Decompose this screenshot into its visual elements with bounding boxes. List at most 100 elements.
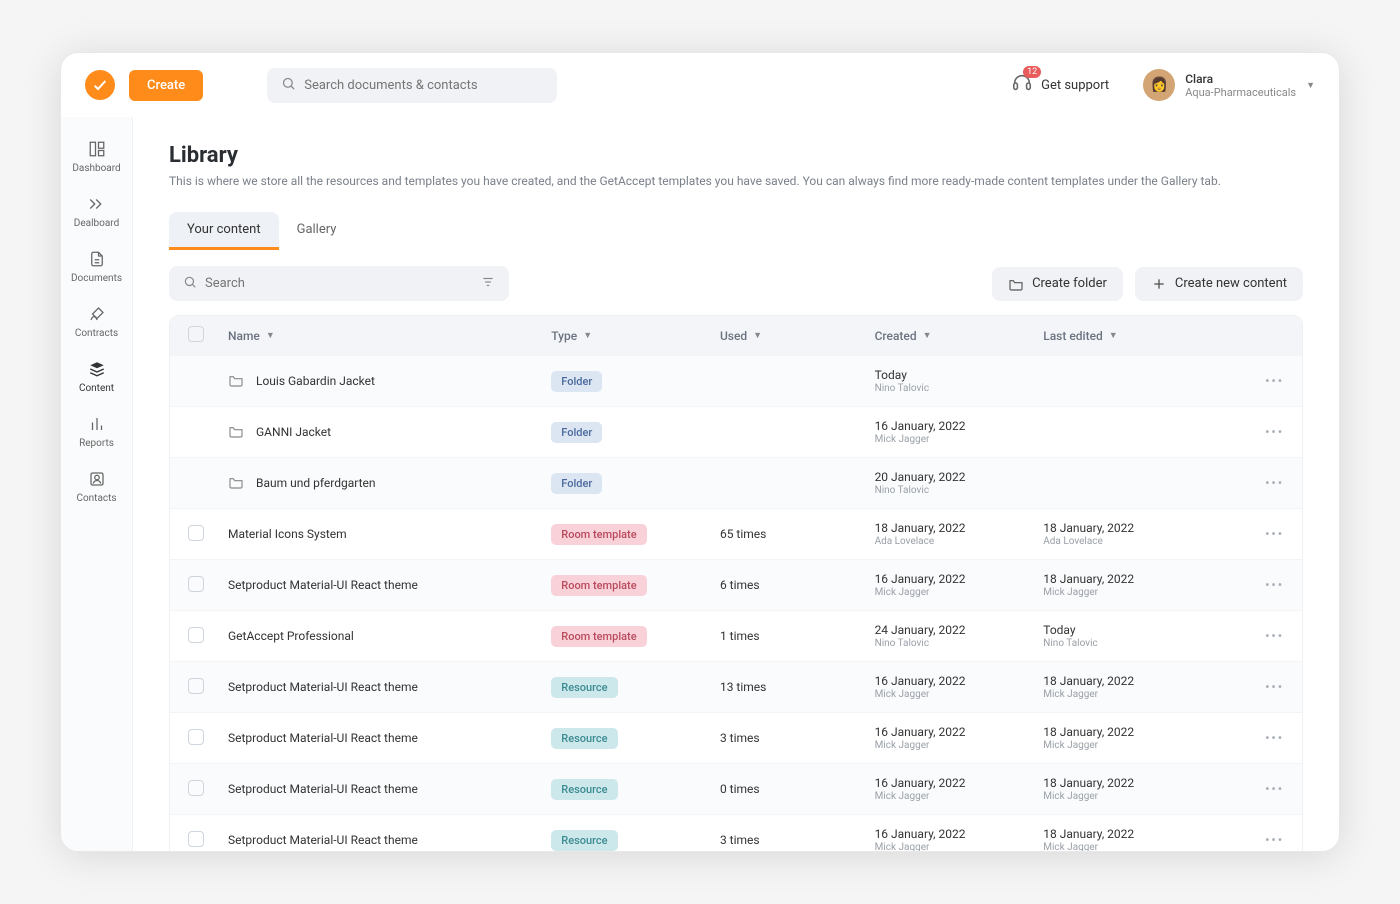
select-all-checkbox[interactable] xyxy=(188,326,204,342)
contracts-icon xyxy=(87,304,107,324)
chevron-down-icon: ▼ xyxy=(1306,80,1315,91)
created-date: 24 January, 2022 xyxy=(875,623,966,637)
sidebar-item-contacts[interactable]: Contacts xyxy=(67,461,127,512)
avatar: 👩 xyxy=(1143,69,1175,101)
sidebar-item-dealboard[interactable]: Dealboard xyxy=(67,186,127,237)
edited-date: 18 January, 2022 xyxy=(1043,827,1134,841)
create-content-button[interactable]: Create new content xyxy=(1135,267,1303,301)
table-row[interactable]: Baum und pferdgartenFolder20 January, 20… xyxy=(170,457,1302,508)
sidebar-item-dashboard[interactable]: Dashboard xyxy=(67,131,127,182)
row-name: Louis Gabardin Jacket xyxy=(256,374,375,388)
created-date: 16 January, 2022 xyxy=(875,725,966,739)
created-by: Mick Jagger xyxy=(875,587,966,598)
row-actions-icon[interactable]: ••• xyxy=(1265,833,1284,847)
toolbar: Create folder Create new content xyxy=(169,266,1303,301)
created-date: 16 January, 2022 xyxy=(875,572,966,586)
sidebar-item-reports[interactable]: Reports xyxy=(67,406,127,457)
col-used[interactable]: Used▼ xyxy=(720,329,875,343)
create-folder-button[interactable]: Create folder xyxy=(992,267,1123,301)
tab-gallery[interactable]: Gallery xyxy=(279,212,355,250)
edited-by: Mick Jagger xyxy=(1043,842,1134,851)
create-button[interactable]: Create xyxy=(129,70,203,101)
folder-icon xyxy=(228,423,244,442)
created-date: 20 January, 2022 xyxy=(875,470,966,484)
col-type[interactable]: Type▼ xyxy=(551,329,720,343)
global-search[interactable] xyxy=(267,68,557,103)
col-created[interactable]: Created▼ xyxy=(875,329,1044,343)
row-actions-icon[interactable]: ••• xyxy=(1265,731,1284,745)
created-by: Mick Jagger xyxy=(875,434,966,445)
user-menu[interactable]: 👩 Clara Aqua-Pharmaceuticals ▼ xyxy=(1143,69,1315,101)
row-actions-icon[interactable]: ••• xyxy=(1265,374,1284,388)
row-checkbox[interactable] xyxy=(188,678,204,694)
edited-by: Mick Jagger xyxy=(1043,740,1134,751)
sidebar-item-content[interactable]: Content xyxy=(67,351,127,402)
created-by: Mick Jagger xyxy=(875,842,966,851)
sidebar-item-label: Reports xyxy=(79,438,114,449)
row-checkbox[interactable] xyxy=(188,729,204,745)
table-row[interactable]: Louis Gabardin JacketFolderTodayNino Tal… xyxy=(170,355,1302,406)
row-checkbox[interactable] xyxy=(188,576,204,592)
row-used: 1 times xyxy=(720,629,875,643)
row-checkbox[interactable] xyxy=(188,780,204,796)
reports-icon xyxy=(87,414,107,434)
table-row[interactable]: Setproduct Material-UI React themeRoom t… xyxy=(170,559,1302,610)
created-by: Nino Talovic xyxy=(875,383,930,394)
row-checkbox[interactable] xyxy=(188,831,204,847)
table-row[interactable]: GANNI JacketFolder16 January, 2022Mick J… xyxy=(170,406,1302,457)
sidebar-item-label: Contacts xyxy=(76,493,116,504)
row-name: Baum und pferdgarten xyxy=(256,476,376,490)
row-actions-icon[interactable]: ••• xyxy=(1265,782,1284,796)
row-used: 0 times xyxy=(720,782,875,796)
table-row[interactable]: Setproduct Material-UI React theme Resour… xyxy=(170,814,1302,851)
edited-by: Ada Lovelace xyxy=(1043,536,1134,547)
library-search-input[interactable] xyxy=(205,276,371,291)
table-row[interactable]: Material Icons SystemRoom template65 tim… xyxy=(170,508,1302,559)
create-content-label: Create new content xyxy=(1175,276,1287,291)
edited-date: Today xyxy=(1043,623,1098,637)
row-actions-icon[interactable]: ••• xyxy=(1265,476,1284,490)
content-icon xyxy=(87,359,107,379)
row-actions-icon[interactable]: ••• xyxy=(1265,578,1284,592)
created-date: 16 January, 2022 xyxy=(875,419,966,433)
filter-icon[interactable] xyxy=(481,274,495,293)
dealboard-icon xyxy=(87,194,107,214)
sidebar-item-label: Content xyxy=(79,383,114,394)
folder-open-icon xyxy=(1008,276,1024,292)
row-name: GetAccept Professional xyxy=(228,629,354,643)
support-button[interactable]: 12 Get support xyxy=(1011,72,1109,98)
table-row[interactable]: Setproduct Material-UI React themeResour… xyxy=(170,661,1302,712)
row-name: GANNI Jacket xyxy=(256,425,331,439)
type-pill: Room template xyxy=(551,575,646,596)
edited-by: Mick Jagger xyxy=(1043,689,1134,700)
sidebar-item-label: Contracts xyxy=(75,328,118,339)
created-by: Mick Jagger xyxy=(875,689,966,700)
global-search-input[interactable] xyxy=(304,78,543,93)
sidebar-item-contracts[interactable]: Contracts xyxy=(67,296,127,347)
user-company: Aqua-Pharmaceuticals xyxy=(1185,86,1296,99)
row-actions-icon[interactable]: ••• xyxy=(1265,629,1284,643)
row-actions-icon[interactable]: ••• xyxy=(1265,527,1284,541)
tab-your-content[interactable]: Your content xyxy=(169,212,279,250)
table-row[interactable]: GetAccept ProfessionalRoom template1 tim… xyxy=(170,610,1302,661)
sidebar-item-documents[interactable]: Documents xyxy=(67,241,127,292)
row-name: Setproduct Material-UI React theme xyxy=(228,833,418,847)
documents-icon xyxy=(87,249,107,269)
row-actions-icon[interactable]: ••• xyxy=(1265,425,1284,439)
row-name: Material Icons System xyxy=(228,527,347,541)
table-row[interactable]: Setproduct Material-UI React themeResour… xyxy=(170,763,1302,814)
row-used: 6 times xyxy=(720,578,875,592)
headset-icon: 12 xyxy=(1011,72,1033,98)
tabs: Your content Gallery xyxy=(169,212,1303,250)
col-edited[interactable]: Last edited▼ xyxy=(1043,329,1240,343)
created-by: Mick Jagger xyxy=(875,740,966,751)
table-row[interactable]: Setproduct Material-UI React themeResour… xyxy=(170,712,1302,763)
type-pill: Resource xyxy=(551,830,617,851)
col-name[interactable]: Name▼ xyxy=(228,329,551,343)
sidebar-item-label: Dashboard xyxy=(72,163,120,174)
row-checkbox[interactable] xyxy=(188,525,204,541)
library-search[interactable] xyxy=(169,266,509,301)
row-checkbox[interactable] xyxy=(188,627,204,643)
chevron-down-icon: ▼ xyxy=(266,330,275,341)
row-actions-icon[interactable]: ••• xyxy=(1265,680,1284,694)
